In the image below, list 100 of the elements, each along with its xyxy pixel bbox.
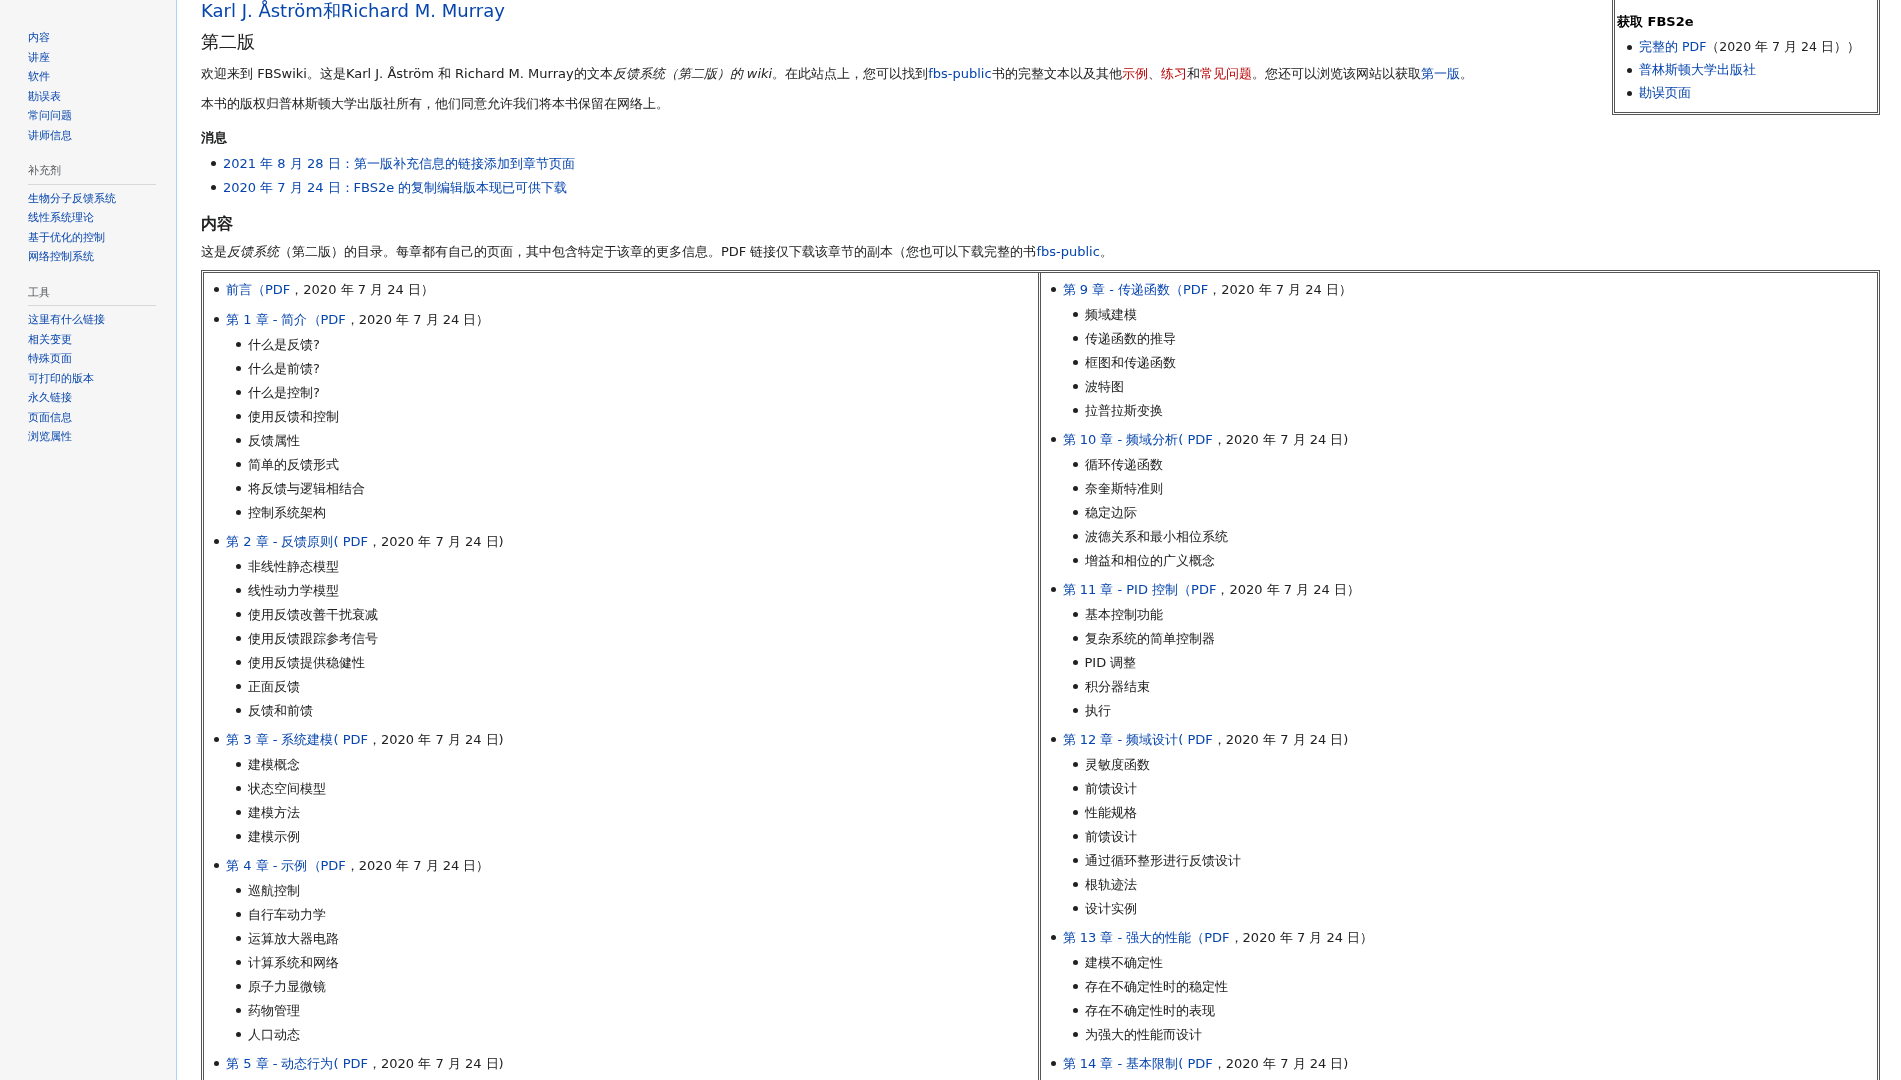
bullet-icon <box>1072 834 1078 839</box>
sidebar-link[interactable]: 基于优化的控制 <box>28 227 156 247</box>
sidebar-link[interactable]: 相关变更 <box>28 329 156 349</box>
sidebar-link[interactable]: 这里有什么链接 <box>28 310 156 330</box>
sidebar-link[interactable]: 软件 <box>28 67 156 87</box>
bullet-icon <box>236 762 241 767</box>
bullet-icon <box>214 287 219 292</box>
pdf-link[interactable]: （PDF <box>1191 927 1230 948</box>
section-title: 复杂系统的简单控制器 <box>1084 629 1215 648</box>
news-link[interactable]: 2020 年 7 月 24 日：FBS2e 的复制编辑版本现已可供下载 <box>223 177 568 198</box>
section-title: 控制系统架构 <box>248 503 326 522</box>
chapter-link[interactable]: 第 12 章 - 频域设计 <box>1062 729 1179 750</box>
pdf-link[interactable]: （PDF <box>1178 579 1217 600</box>
pdf-link[interactable]: ( PDF <box>1178 429 1213 450</box>
bullet-icon <box>211 185 216 190</box>
bullet-icon <box>1072 510 1078 515</box>
missing-page-link[interactable]: 练习 <box>1160 66 1187 81</box>
missing-page-link[interactable]: 常见问题 <box>1199 66 1252 81</box>
bullet-icon <box>1072 1008 1078 1013</box>
authors-link[interactable]: Karl J. Åström和Richard M. Murray <box>201 0 1602 22</box>
text-link[interactable]: fbs-public <box>928 66 992 81</box>
sidebar-link[interactable]: 常问问题 <box>28 106 156 126</box>
pdf-link[interactable]: ( PDF <box>1178 729 1213 750</box>
sidebar-link[interactable]: 勘误表 <box>28 86 156 106</box>
text-link[interactable]: fbs-public <box>1036 243 1100 259</box>
bullet-icon <box>1072 312 1078 317</box>
section-title: 使用反馈和控制 <box>248 407 339 426</box>
pdf-link[interactable]: （PDF <box>307 309 346 330</box>
bullet-icon <box>1627 44 1632 50</box>
text-link[interactable]: 第一版 <box>1420 66 1460 81</box>
chapter-link[interactable]: 第 10 章 - 频域分析 <box>1062 429 1179 450</box>
bullet-icon <box>1050 437 1056 442</box>
bullet-icon <box>236 564 241 569</box>
sidebar-link[interactable]: 浏览属性 <box>28 427 156 447</box>
section-title: 存在不确定性时的稳定性 <box>1084 977 1228 996</box>
bullet-icon <box>1050 1061 1056 1066</box>
news-link[interactable]: 2021 年 8 月 28 日：第一版补充信息的链接添加到章节页面 <box>223 153 575 174</box>
chapter-date: ，2020 年 7 月 24 日） <box>1216 580 1360 599</box>
infobox-link[interactable]: 完整的 PDF <box>1639 37 1707 57</box>
section-title: 药物管理 <box>248 1001 300 1020</box>
chapter-link[interactable]: 第 1 章 - 简介 <box>226 309 308 330</box>
pdf-link[interactable]: （PDF <box>252 279 291 300</box>
bullet-icon <box>1627 90 1632 96</box>
bullet-icon <box>236 786 241 791</box>
bullet-icon <box>1072 636 1078 641</box>
bullet-icon <box>236 486 241 491</box>
chapter-link[interactable]: 第 14 章 - 基本限制 <box>1062 1053 1179 1074</box>
chapter-link[interactable]: 第 3 章 - 系统建模 <box>226 729 334 750</box>
sidebar-link[interactable]: 讲座 <box>28 47 156 67</box>
sidebar-link[interactable]: 讲师信息 <box>28 125 156 145</box>
section-title: 状态空间模型 <box>248 779 326 798</box>
infobox-link[interactable]: 普林斯顿大学出版社 <box>1639 60 1756 80</box>
edition-title: 第二版 <box>201 30 256 54</box>
sidebar-link[interactable]: 可打印的版本 <box>28 368 156 388</box>
bullet-icon <box>1072 762 1078 767</box>
section-title: 设计实例 <box>1084 899 1137 918</box>
pdf-link[interactable]: ( PDF <box>333 531 369 552</box>
section-title: 反馈属性 <box>248 431 300 450</box>
section-title: 通过循环整形进行反馈设计 <box>1084 851 1241 870</box>
bullet-icon <box>236 366 241 371</box>
bullet-icon <box>1072 408 1078 413</box>
news-heading: 消息 <box>201 129 228 147</box>
section-title: 什么是控制? <box>248 383 320 402</box>
section-title: 为强大的性能而设计 <box>1084 1025 1202 1044</box>
sidebar-link[interactable]: 内容 <box>28 28 156 48</box>
section-title: 基本控制功能 <box>1084 605 1163 624</box>
chapter-link[interactable]: 前言 <box>226 279 252 300</box>
chapter-link[interactable]: 第 2 章 - 反馈原则 <box>226 531 334 552</box>
sidebar-link[interactable]: 网络控制系统 <box>28 247 156 267</box>
chapter-link[interactable]: 第 5 章 - 动态行为 <box>226 1053 334 1074</box>
pdf-link[interactable]: ( PDF <box>333 729 369 750</box>
section-title: 人口动态 <box>248 1025 300 1044</box>
section-title: 奈奎斯特准则 <box>1084 479 1163 498</box>
infobox-link[interactable]: 勘误页面 <box>1639 83 1691 103</box>
section-title: 拉普拉斯变换 <box>1084 401 1163 420</box>
pdf-link[interactable]: （PDF <box>307 855 346 876</box>
contents-intro: 这是反馈系统（第二版）的目录。每章都有自己的页面，其中包含特定于该章的更多信息。PDF 链接仅下载该章节的副本（您也可以下载完整的书fbs-public。 <box>201 242 1114 261</box>
sidebar-link[interactable]: 页面信息 <box>28 407 156 427</box>
bullet-icon <box>236 912 241 917</box>
chapter-link[interactable]: 第 4 章 - 示例 <box>226 855 308 876</box>
missing-page-link[interactable]: 示例 <box>1121 66 1148 81</box>
chapter-link[interactable]: 第 9 章 - 传递函数 <box>1062 279 1170 300</box>
chapter-date: ，2020 年 7 月 24 日) <box>368 1054 504 1073</box>
sidebar-link[interactable]: 生物分子反馈系统 <box>28 188 156 208</box>
copyright-text: 本书的版权归普林斯顿大学出版社所有，他们同意允许我们将本书保留在网络上。 <box>201 95 670 113</box>
sidebar-link[interactable]: 线性系统理论 <box>28 208 156 228</box>
sidebar-link[interactable]: 特殊页面 <box>28 349 156 369</box>
intro-paragraph: 欢迎来到 FBSwiki。这是Karl J. Åström 和 Richard M. Murray的文本反馈系统（第二版）的 wiki。在此站点上，您可以找到fbs-public书的完整文本以及其他示例、练习和常见问题。您还可以浏览该网站以获取第一版。 <box>201 65 1474 83</box>
bullet-icon <box>1072 906 1078 911</box>
section-title: PID 调整 <box>1084 653 1137 672</box>
pdf-link[interactable]: （PDF <box>1170 279 1209 300</box>
pdf-link[interactable]: ( PDF <box>333 1053 369 1074</box>
chapter-link[interactable]: 第 13 章 - 强大的性能 <box>1062 927 1192 948</box>
infobox-heading: 获取 FBS2e <box>1617 13 1695 31</box>
chapter-link[interactable]: 第 11 章 - PID 控制 <box>1062 579 1179 600</box>
sidebar-link[interactable]: 永久链接 <box>28 388 156 408</box>
section-title: 积分器结束 <box>1084 677 1150 696</box>
bullet-icon <box>1072 486 1078 491</box>
bullet-icon <box>236 414 241 419</box>
pdf-link[interactable]: ( PDF <box>1178 1053 1213 1074</box>
